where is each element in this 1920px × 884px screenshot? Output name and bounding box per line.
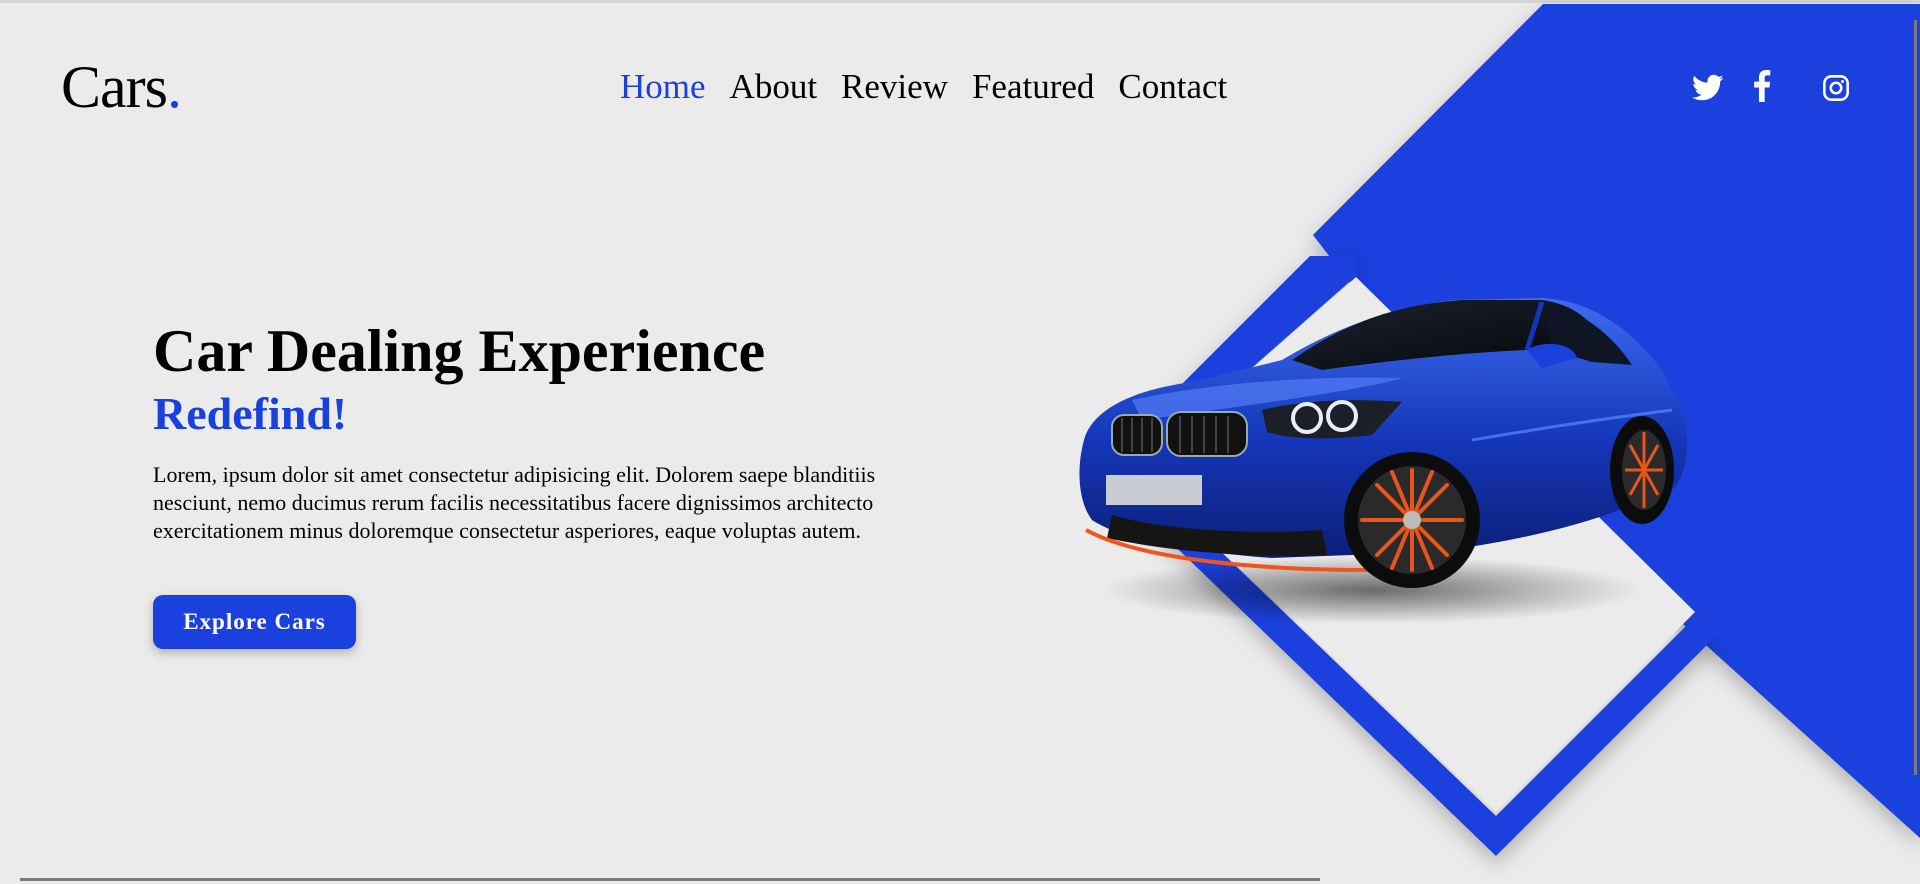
nav-about[interactable]: About: [730, 64, 818, 110]
explore-cars-button[interactable]: Explore Cars: [153, 595, 356, 649]
window-top-border: [0, 0, 1920, 3]
hero-description: Lorem, ipsum dolor sit amet consectetur …: [153, 462, 876, 543]
hero-subtitle: Redefind!: [153, 388, 348, 439]
hero-title: Car Dealing Experience: [153, 318, 766, 384]
instagram-icon[interactable]: [1822, 74, 1862, 114]
nav-featured[interactable]: Featured: [972, 64, 1094, 110]
brand-name: Cars: [61, 54, 168, 120]
twitter-icon[interactable]: [1692, 74, 1732, 114]
main-nav: Home About Review Featured Contact: [620, 64, 1251, 110]
facebook-icon[interactable]: [1752, 70, 1792, 114]
nav-contact[interactable]: Contact: [1118, 64, 1227, 110]
brand-dot: .: [166, 54, 182, 120]
social-links: [1692, 70, 1862, 114]
car-image: [1079, 298, 1688, 624]
vertical-scrollbar[interactable]: [1914, 20, 1917, 775]
nav-review[interactable]: Review: [841, 64, 948, 110]
brand-logo[interactable]: Cars.: [61, 52, 182, 122]
nav-home[interactable]: Home: [620, 64, 706, 110]
horizontal-scrollbar[interactable]: [20, 878, 1320, 881]
